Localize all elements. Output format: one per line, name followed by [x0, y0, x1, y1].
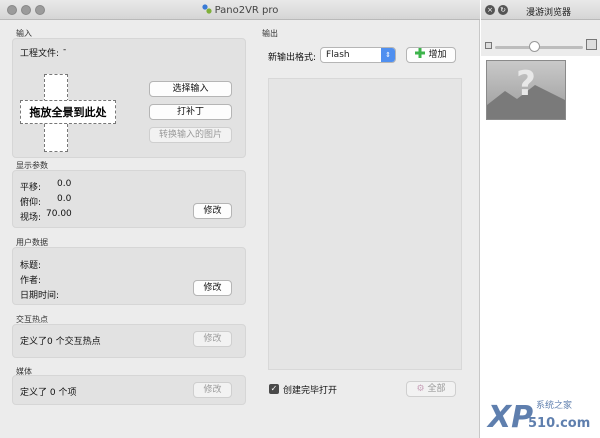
window-title: Pano2VR pro — [0, 4, 480, 16]
watermark-logo: XP — [488, 400, 534, 435]
drop-zone-label: 拖放全景到此处 — [29, 106, 107, 119]
project-file-label: 工程文件: — [20, 49, 60, 59]
fov-label: 视场: — [20, 213, 42, 223]
hotspots-count-text: 定义了0 个交互热点 — [20, 337, 101, 347]
add-output-button[interactable]: 增加 — [406, 47, 456, 63]
small-thumbs-icon — [485, 42, 492, 49]
close-icon[interactable]: × — [485, 5, 495, 15]
display-modify-button[interactable]: 修改 — [193, 203, 232, 219]
title-bar: Pano2VR pro — [0, 0, 480, 20]
new-output-format-label: 新输出格式: — [268, 53, 317, 63]
site-watermark: XP 系统之家 510.com — [488, 392, 600, 438]
gear-icon: ⚙ — [416, 384, 425, 394]
display-group — [12, 170, 246, 228]
output-list[interactable] — [268, 78, 462, 370]
output-section-label: 输出 — [262, 29, 278, 38]
project-file-value: - — [63, 45, 67, 55]
tour-browser-panel: × ↻ 漫游浏览器 ? — [481, 0, 600, 438]
tilt-value: 0.0 — [57, 194, 72, 204]
main-window: Pano2VR pro 输入 工程文件: - 拖放全景到此处 选择输入 打补丁 … — [0, 0, 480, 438]
tour-thumbnails-area[interactable]: ? — [481, 56, 600, 438]
fov-value: 70.00 — [46, 209, 72, 219]
panorama-thumbnail[interactable]: ? — [486, 60, 566, 120]
question-mark-icon: ? — [516, 64, 536, 104]
tour-browser-header: × ↻ 漫游浏览器 — [481, 0, 600, 20]
hotspots-modify-button[interactable]: 修改 — [193, 331, 232, 347]
chevron-updown-icon: ⇕ — [381, 48, 395, 62]
large-thumbs-icon — [586, 39, 597, 50]
export-all-button[interactable]: ⚙ 全部 — [406, 381, 456, 397]
output-format-select[interactable]: Flash ⇕ — [320, 47, 396, 63]
output-format-value: Flash — [326, 50, 350, 60]
panorama-drop-zone[interactable]: 拖放全景到此处 — [20, 74, 116, 152]
export-all-label: 全部 — [427, 384, 446, 394]
pan-value: 0.0 — [57, 179, 72, 189]
window-title-text: Pano2VR pro — [214, 5, 279, 16]
open-after-create-label: 创建完毕打开 — [283, 386, 338, 396]
author-label: 作者: — [20, 276, 42, 286]
title-label: 标题: — [20, 261, 42, 271]
app-logo-icon — [201, 4, 212, 14]
convert-input-button[interactable]: 转换输入的图片 — [149, 127, 232, 143]
add-output-label: 增加 — [428, 50, 447, 60]
userdata-modify-button[interactable]: 修改 — [193, 280, 232, 296]
open-after-create-checkbox[interactable]: ✓ — [269, 384, 279, 394]
tour-browser-title: 漫游浏览器 — [526, 8, 572, 18]
watermark-site-text: 510.com — [528, 416, 591, 431]
pan-label: 平移: — [20, 183, 42, 193]
media-modify-button[interactable]: 修改 — [193, 382, 232, 398]
tilt-label: 俯仰: — [20, 198, 42, 208]
refresh-icon[interactable]: ↻ — [498, 5, 508, 15]
watermark-small-text: 系统之家 — [536, 401, 573, 411]
datetime-label: 日期时间: — [20, 291, 60, 301]
thumb-size-slider-handle[interactable] — [529, 41, 541, 52]
patch-button[interactable]: 打补丁 — [149, 104, 232, 120]
select-input-button[interactable]: 选择输入 — [149, 81, 232, 97]
plus-icon — [415, 48, 426, 58]
media-count-text: 定义了 0 个项 — [20, 388, 77, 398]
